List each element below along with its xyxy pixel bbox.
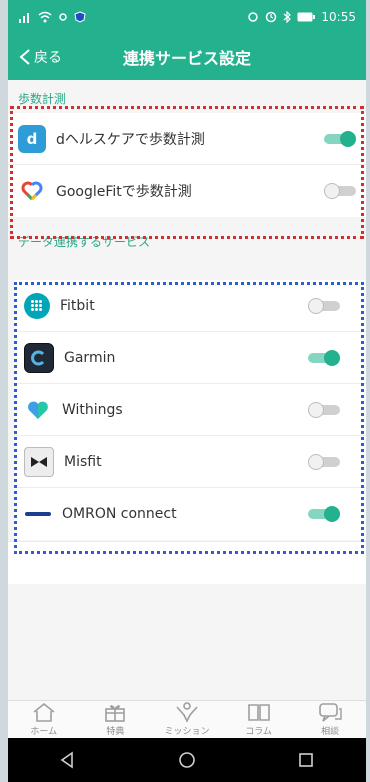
toggle-garmin[interactable] [308, 349, 340, 366]
home-circle-icon[interactable] [177, 750, 197, 770]
nav-label: ホーム [30, 727, 58, 737]
list-item-label: GoogleFitで歩数計測 [56, 184, 192, 200]
back-button[interactable]: 戻る [18, 47, 62, 67]
nav-item-column[interactable]: コラム [224, 701, 294, 737]
book-icon [247, 704, 270, 721]
shield-icon [74, 11, 86, 23]
nav-label: 相談 [321, 727, 340, 737]
toggle-fitbit[interactable] [308, 297, 340, 314]
blank-row [8, 541, 366, 584]
toggle-omron[interactable] [308, 506, 340, 522]
d-healthcare-icon: d [18, 124, 46, 153]
nav-label: 特典 [106, 727, 125, 737]
battery-icon [297, 12, 316, 22]
chevron-left-icon [19, 49, 30, 65]
google-fit-icon [18, 177, 46, 205]
toggle-misfit[interactable] [308, 453, 340, 470]
back-triangle-icon[interactable] [58, 750, 78, 770]
toggle-d-healthcare[interactable] [324, 130, 356, 147]
garmin-icon [24, 342, 54, 373]
mission-icon [176, 702, 198, 723]
alarm-icon [248, 12, 259, 22]
list-item-label: Fitbit [60, 297, 95, 314]
list-item-label: Withings [62, 401, 123, 418]
list-item-garmin[interactable]: Garmin [14, 332, 366, 384]
notification-icon [59, 13, 67, 21]
nav-item-gift[interactable]: 特典 [80, 701, 150, 737]
list-item-omron[interactable]: OMRON connect [14, 488, 366, 540]
misfit-icon [24, 446, 54, 477]
nav-label: コラム [245, 727, 272, 737]
back-label: 戻る [34, 50, 62, 66]
toggle-withings[interactable] [308, 401, 340, 418]
step-count-list: d dヘルスケアで歩数計測 GoogleFitで歩数計測 [8, 113, 366, 217]
section-title-step-count: 歩数計測 [18, 92, 67, 106]
nav-item-home[interactable]: ホーム [9, 701, 79, 737]
list-item-misfit[interactable]: Misfit [14, 436, 366, 488]
list-item-label: OMRON connect [62, 506, 177, 522]
settings-content: 歩数計測 d dヘルスケアで歩数計測 GoogleFitで歩数計測 データ連携す… [8, 80, 366, 700]
bluetooth-icon [284, 11, 292, 23]
system-nav-bar [8, 738, 366, 782]
status-time: 10:55 [321, 10, 356, 24]
home-icon [33, 702, 55, 722]
list-item-label: Misfit [64, 453, 102, 470]
list-item-label: dヘルスケアで歩数計測 [56, 131, 205, 148]
right-border [366, 0, 370, 782]
toggle-google-fit[interactable] [324, 183, 356, 199]
bottom-nav: ホーム 特典 ミッション コラム 相談 [8, 700, 366, 739]
gift-icon [105, 705, 126, 722]
omron-icon [24, 500, 52, 528]
fitbit-icon [24, 292, 50, 319]
nav-item-mission[interactable]: ミッション [152, 701, 222, 737]
phone-screen: 10:55 戻る 連携サービス設定 歩数計測 d dヘルスケアで歩数計測 Goo… [0, 0, 370, 782]
list-item-google-fit[interactable]: GoogleFitで歩数計測 [8, 165, 366, 217]
list-item-label: Garmin [64, 349, 116, 366]
data-services-list: Fitbit Garmin Withings Misfit OMRON conn… [14, 280, 366, 540]
list-item-fitbit[interactable]: Fitbit [14, 280, 366, 332]
app-header: 戻る 連携サービス設定 [8, 34, 366, 80]
list-item-d-healthcare[interactable]: d dヘルスケアで歩数計測 [8, 113, 366, 165]
signal-icon [19, 13, 29, 23]
section-title-data-services: データ連携するサービス [18, 235, 151, 249]
wifi-icon [38, 11, 52, 23]
list-item-withings[interactable]: Withings [14, 384, 366, 436]
left-border [0, 0, 8, 782]
nav-label: ミッション [164, 727, 210, 737]
withings-icon [24, 396, 52, 424]
chat-icon [319, 703, 342, 722]
recents-square-icon[interactable] [296, 750, 316, 770]
clock-icon [266, 11, 277, 23]
status-bar: 10:55 [8, 0, 366, 34]
nav-item-consult[interactable]: 相談 [295, 701, 365, 737]
